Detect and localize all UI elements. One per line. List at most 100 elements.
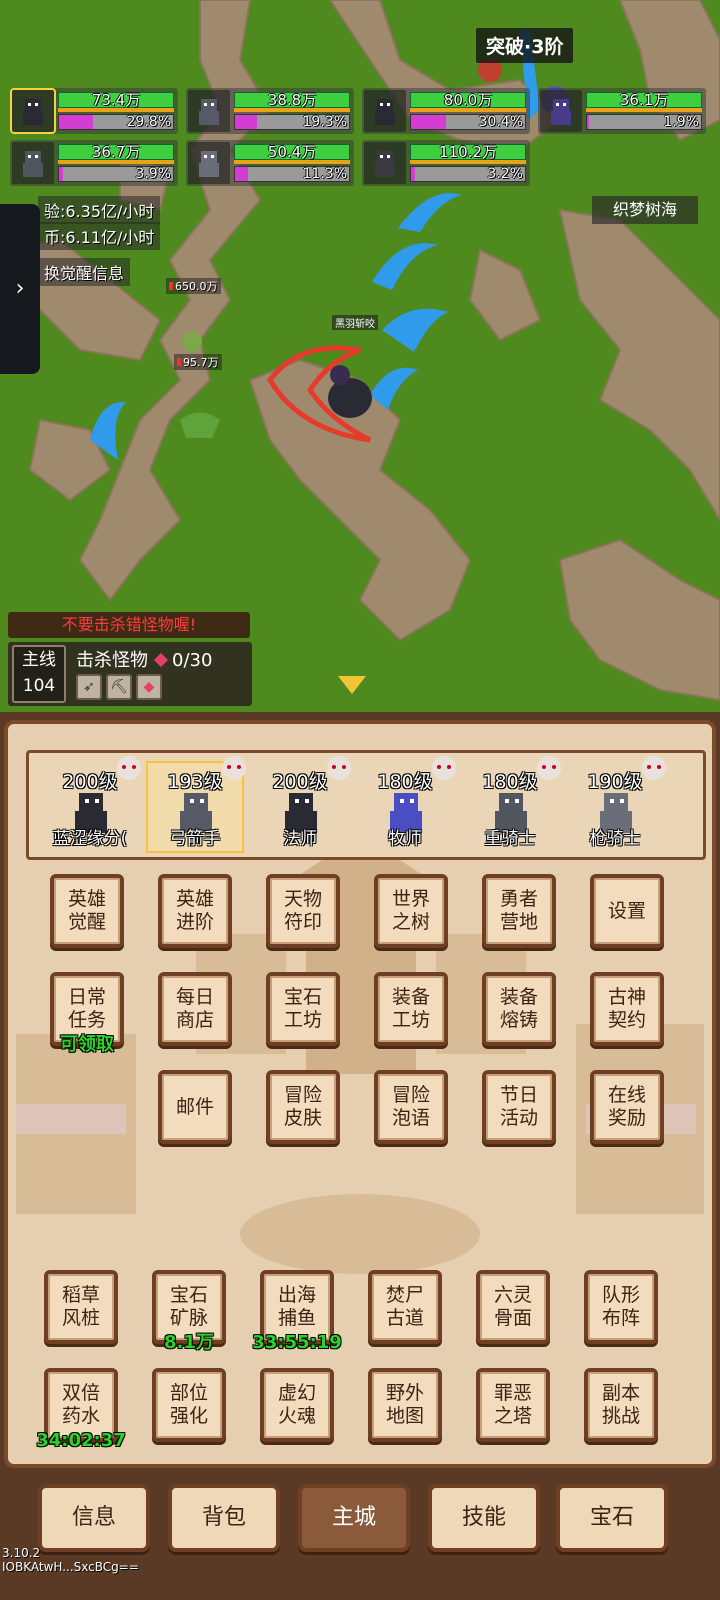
menu-button-label: 设置 [607, 899, 646, 922]
hero-level: 200级 [62, 771, 118, 793]
hp-bar: 73.4万 [58, 92, 174, 108]
exp-bar: 3.9% [58, 166, 174, 182]
version-number: 3.10.2 [2, 1546, 41, 1560]
quest-panel[interactable]: 主线 104 击杀怪物 0/30 ➶ ⛏ ◆ [8, 642, 252, 706]
hero-slot[interactable]: 193级 弓箭手 [146, 756, 246, 853]
menu-button-label: 宝石 工坊 [283, 986, 322, 1031]
menu-button[interactable]: 冒险 皮肤 [266, 1070, 340, 1144]
exp-bar-fill [235, 167, 248, 181]
menu-button[interactable]: 勇者 营地 [482, 874, 556, 948]
exp-bar: 30.4% [410, 114, 526, 130]
hero-name: 弓箭手 [169, 829, 221, 849]
menu-button-label: 英雄 进阶 [175, 888, 214, 933]
menu-button[interactable]: 副本 挑战 [584, 1368, 658, 1442]
menu-button[interactable]: 天物 符印 [266, 874, 340, 948]
party-member-card[interactable]: 36.1万 1.9% [538, 88, 706, 134]
menu-button-label: 每日 商店 [175, 986, 214, 1031]
menu-button[interactable]: 世界 之树 [374, 874, 448, 948]
menu-button[interactable]: 古神 契约 [590, 972, 664, 1046]
menu-button[interactable]: 出海 捕鱼 33:55:19 [252, 1270, 342, 1353]
gem-icon [153, 652, 169, 668]
exp-bar-fill [59, 115, 93, 129]
hero-name: 枪骑士 [589, 829, 641, 849]
menu-button[interactable]: 英雄 觉醒 [50, 874, 124, 948]
menu-button[interactable]: 设置 [590, 874, 664, 948]
menu-button[interactable]: 六灵 骨面 [476, 1270, 550, 1344]
hero-slot[interactable]: 190级 枪骑士 [566, 756, 666, 853]
nav-tab[interactable]: 信息 [38, 1484, 150, 1552]
party-member-card[interactable]: 73.4万 29.8% [10, 88, 178, 134]
hero-roster: 200级 蓝涩缘分(193级 弓箭手 200级 法师 180级 牧师 180级 重骑士 190级枪… [26, 750, 706, 860]
exp-percent: 3.2% [487, 166, 523, 182]
menu-button-label: 罪恶 之塔 [493, 1382, 532, 1427]
hero-name: 牧师 [388, 829, 422, 849]
menu-button[interactable]: 节日 活动 [482, 1070, 556, 1144]
hp-bar: 80.0万 [410, 92, 526, 108]
hero-slot[interactable]: 180级 重骑士 [461, 756, 561, 853]
hero-portrait [188, 90, 230, 132]
menu-button[interactable]: 邮件 [158, 1070, 232, 1144]
menu-button[interactable]: 虚幻 火魂 [260, 1368, 334, 1442]
menu-button[interactable]: 在线 奖励 [590, 1070, 664, 1144]
party-member-card[interactable]: 50.4万 11.3% [186, 140, 354, 186]
hero-slot[interactable]: 200级蓝涩缘分( [41, 756, 141, 853]
side-panel-toggle[interactable]: › [0, 204, 40, 374]
damage-tag: 95.7万 [174, 354, 222, 370]
exp-bar-fill [411, 167, 415, 181]
bow-icon: ➶ [76, 674, 102, 700]
menu-button[interactable]: 装备 熔铸 [482, 972, 556, 1046]
exp-bar-fill [59, 167, 64, 181]
hero-name: 法师 [283, 829, 317, 849]
awaken-info-button[interactable]: 换觉醒信息 [38, 258, 131, 286]
exp-bar: 29.8% [58, 114, 174, 130]
battlefield[interactable]: 73.4万 29.8% 38.8万 19.3% 80.0万 30.4% 36.1万 1.9% 3… [0, 0, 720, 740]
menu-button[interactable]: 稻草 风桩 [44, 1270, 118, 1344]
menu-button[interactable]: 罪恶 之塔 [476, 1368, 550, 1442]
menu-button-label: 邮件 [175, 1095, 214, 1118]
menu-button[interactable]: 部位 强化 [152, 1368, 226, 1442]
nav-tab[interactable]: 背包 [168, 1484, 280, 1552]
party-member-card[interactable]: 80.0万 30.4% [362, 88, 530, 134]
menu-button-label: 副本 挑战 [601, 1382, 640, 1427]
menu-button-label: 古神 契约 [607, 986, 646, 1031]
menu-button[interactable]: 队形 布阵 [584, 1270, 658, 1344]
menu-button[interactable]: 宝石 工坊 [266, 972, 340, 1046]
exp-percent: 29.8% [126, 114, 171, 130]
menu-button-label: 焚尸 古道 [385, 1284, 424, 1329]
exp-percent: 11.3% [302, 166, 347, 182]
exp-bar: 3.2% [410, 166, 526, 182]
menu-button-label: 节日 活动 [499, 1084, 538, 1129]
hero-name: 蓝涩缘分( [52, 829, 128, 849]
menu-button-status: 8.1万 [164, 1332, 214, 1353]
hero-portrait [12, 142, 54, 184]
menu-button[interactable]: 冒险 泡语 [374, 1070, 448, 1144]
party-member-card[interactable]: 36.7万 3.9% [10, 140, 178, 186]
main-quest-number: 104 [22, 676, 56, 696]
party-member-card[interactable]: 38.8万 19.3% [186, 88, 354, 134]
hero-slot[interactable]: 200级 法师 [251, 756, 351, 853]
menu-button[interactable]: 每日 商店 [158, 972, 232, 1046]
party-member-card[interactable]: 110.2万 3.2% [362, 140, 530, 186]
menu-button[interactable]: 日常 任务 可领取 [50, 972, 124, 1055]
nav-tab[interactable]: 技能 [428, 1484, 540, 1552]
stage-badge[interactable]: 突破·3阶 [476, 28, 574, 63]
nav-tab[interactable]: 主城 [298, 1484, 410, 1552]
menu-button[interactable]: 装备 工坊 [374, 972, 448, 1046]
menu-button-label: 勇者 营地 [499, 888, 538, 933]
quest-title-text: 击杀怪物 [76, 650, 148, 671]
menu-button-label: 天物 符印 [283, 888, 322, 933]
nav-tab[interactable]: 宝石 [556, 1484, 668, 1552]
device-id: IOBKAtwH...SxcBCg== [2, 1560, 139, 1574]
menu-button[interactable]: 双倍 药水 34:02:37 [36, 1368, 126, 1451]
hero-name: 重骑士 [484, 829, 536, 849]
menu-button[interactable]: 焚尸 古道 [368, 1270, 442, 1344]
damage-tag: 650.0万 [166, 278, 221, 294]
menu-button[interactable]: 英雄 进阶 [158, 874, 232, 948]
menu-button[interactable]: 宝石 矿脉 8.1万 [152, 1270, 226, 1353]
hero-slot[interactable]: 180级 牧师 [356, 756, 456, 853]
menu-button-label: 冒险 皮肤 [283, 1084, 322, 1129]
main-quest-badge[interactable]: 主线 104 [12, 645, 66, 703]
menu-button-status: 33:55:19 [252, 1332, 342, 1353]
exp-bar-fill [235, 115, 257, 129]
menu-button[interactable]: 野外 地图 [368, 1368, 442, 1442]
